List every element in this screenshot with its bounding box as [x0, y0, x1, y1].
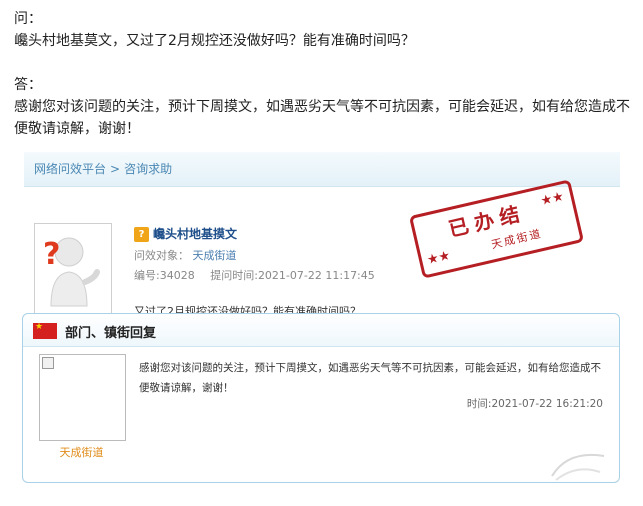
- answer-text: 感谢您对该问题的关注，预计下周摸文，如遇恶劣天气等不可抗因素，可能会延迟，如有给…: [14, 99, 630, 137]
- answer-label: 答：: [14, 77, 42, 93]
- avatar: ?: [34, 223, 112, 315]
- platform-panel: 网络问效平台>咨询求助 ? 林荣 ?巉头村地基摸文 问效对象： 天成街道 编号:…: [24, 152, 620, 334]
- reply-header: ★ 部门、镇街回复: [23, 314, 619, 347]
- svg-text:?: ?: [43, 237, 60, 272]
- post-text: 问： 巉头村地基莫文，又过了2月规控还没做好吗？能有准确时间吗？ 答： 感谢您对…: [14, 8, 634, 140]
- flag-icon: ★: [33, 322, 57, 339]
- target-label: 问效对象：: [134, 249, 189, 262]
- reply-department[interactable]: 天成街道: [39, 444, 124, 460]
- broken-image-icon: [42, 357, 54, 369]
- reply-time-value: 2021-07-22 16:21:20: [491, 398, 603, 410]
- question-title-row[interactable]: ? 巉头村地基摸文: [134, 225, 237, 242]
- question-card: ? 林荣 ?巉头村地基摸文 问效对象： 天成街道 编号:34028 提问时间:2…: [24, 179, 620, 334]
- breadcrumb-root[interactable]: 网络问效平台: [34, 162, 106, 176]
- department-image: [39, 354, 126, 441]
- question-title[interactable]: 巉头村地基摸文: [153, 227, 237, 241]
- id-value: 34028: [159, 269, 195, 282]
- question-label: 问：: [14, 11, 42, 27]
- id-label: 编号:: [134, 269, 160, 282]
- reply-panel: ★ 部门、镇街回复 天成街道 感谢您对该问题的关注，预计下周摸文，如遇恶劣天气等…: [22, 313, 620, 483]
- time-label: 提问时间:: [210, 269, 258, 282]
- reply-text: 感谢您对该问题的关注，预计下周摸文，如遇恶劣天气等不可抗因素，可能会延迟，如有给…: [139, 362, 601, 394]
- breadcrumb-separator: >: [110, 162, 121, 176]
- question-text: 巉头村地基莫文，又过了2月规控还没做好吗？能有准确时间吗？: [14, 33, 415, 49]
- time-value: 2021-07-22 11:17:45: [257, 269, 375, 282]
- question-person-icon: ?: [43, 237, 100, 307]
- watermark-logo-icon: [548, 446, 608, 489]
- target-row: 问效对象： 天成街道: [134, 247, 237, 263]
- reply-time: 时间:2021-07-22 16:21:20: [467, 396, 603, 411]
- reply-time-label: 时间:: [466, 398, 492, 410]
- question-icon: ?: [134, 227, 149, 242]
- breadcrumb-current[interactable]: 咨询求助: [124, 162, 172, 176]
- meta-row: 编号:34028 提问时间:2021-07-22 11:17:45: [134, 267, 375, 283]
- reply-title: 部门、镇街回复: [65, 326, 157, 341]
- breadcrumb: 网络问效平台 > 咨询求助: [24, 152, 620, 187]
- target-value[interactable]: 天成街道: [193, 249, 237, 262]
- completed-stamp: ★★ ★★ 已办结 天成街道: [408, 179, 585, 279]
